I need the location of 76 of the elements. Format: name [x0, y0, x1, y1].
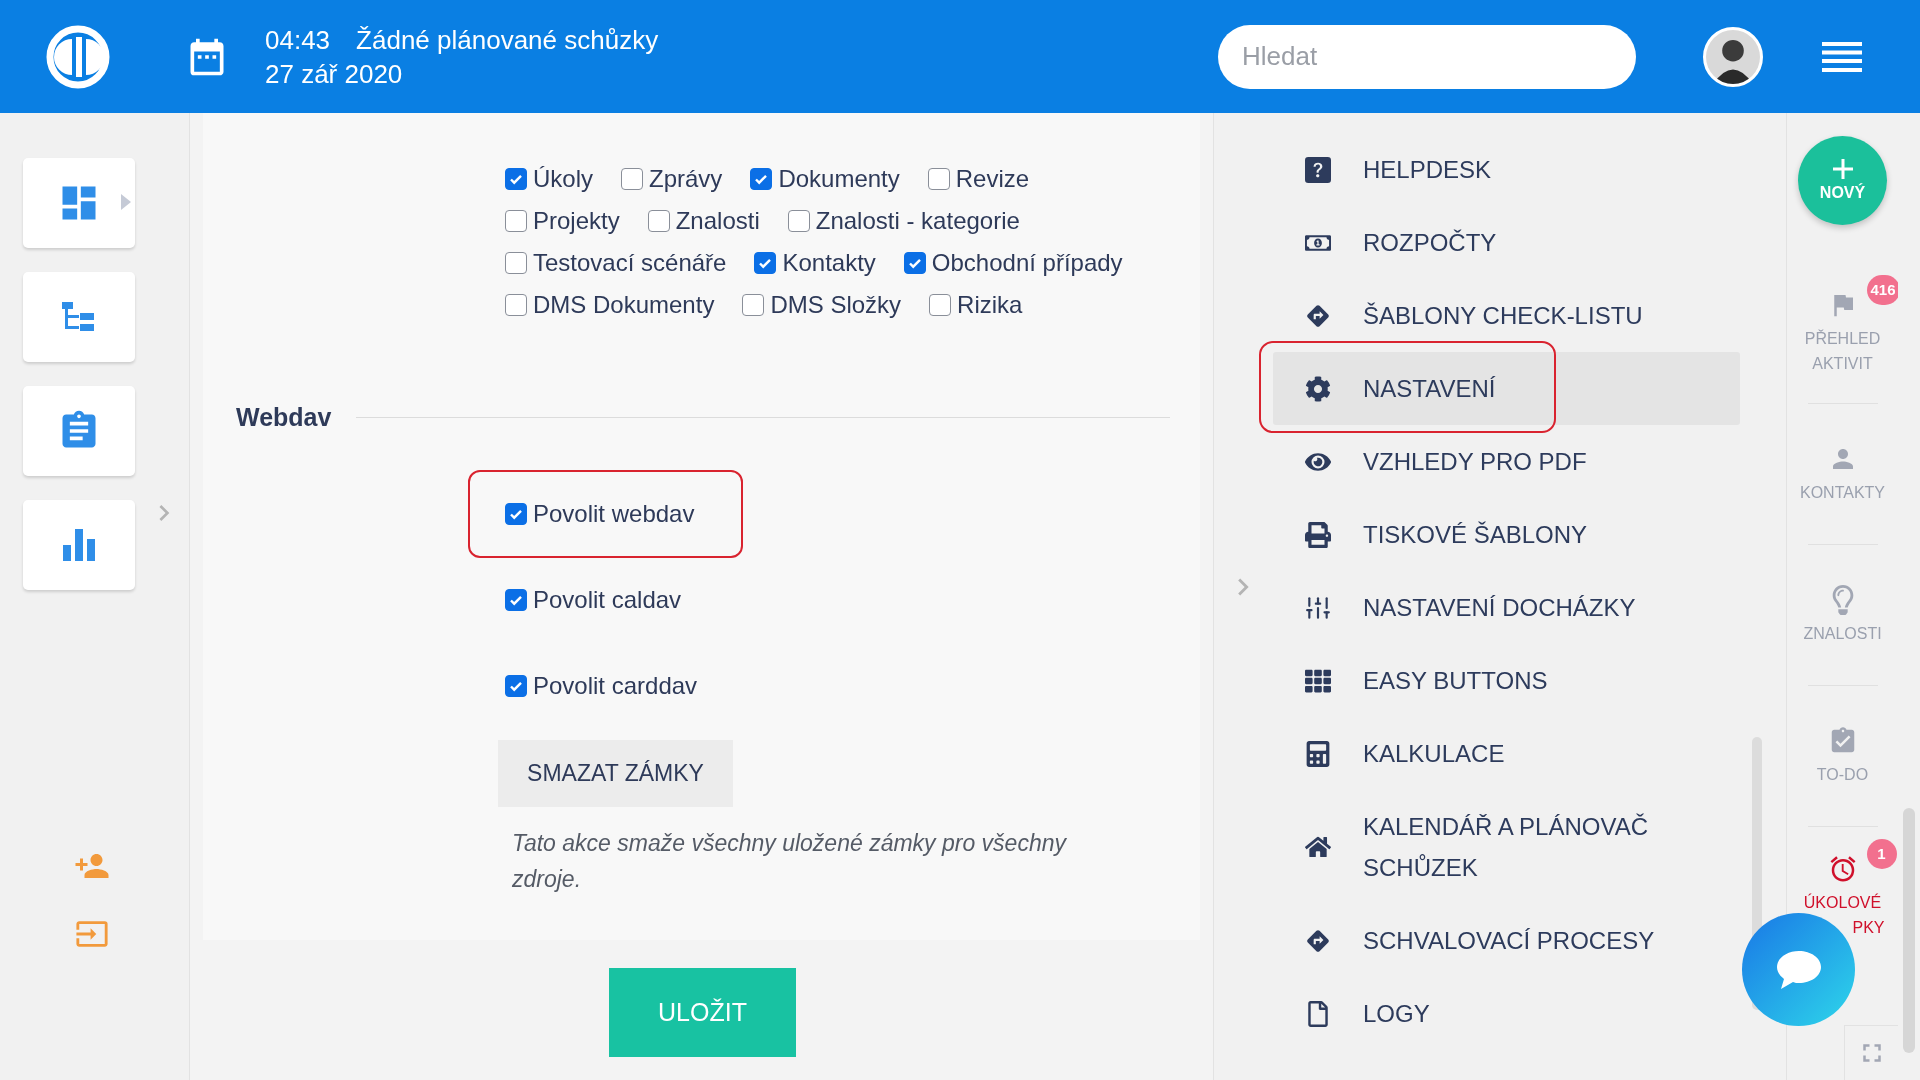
- checkbox-label: Povolit carddav: [533, 671, 698, 701]
- rail-label[interactable]: PKY: [1852, 915, 1885, 940]
- printer-icon: [1305, 521, 1331, 548]
- menu-item[interactable]: SCHVALOVACÍ PROCESY: [1273, 904, 1740, 977]
- plus-icon: [1830, 156, 1855, 181]
- file-icon: [1305, 1000, 1331, 1027]
- menu-item[interactable]: HELPDESK: [1273, 133, 1740, 206]
- checkbox[interactable]: [505, 503, 527, 525]
- checkbox[interactable]: [505, 168, 527, 190]
- count-badge: 1: [1866, 839, 1897, 869]
- checkbox[interactable]: [505, 252, 527, 274]
- checkbox[interactable]: [929, 294, 952, 316]
- checkbox[interactable]: [505, 210, 527, 232]
- grid-icon: [1305, 667, 1331, 694]
- checkbox[interactable]: [903, 252, 926, 274]
- clear-locks-button[interactable]: SMAZAT ZÁMKY: [498, 740, 733, 807]
- checkbox-label: DMS Dokumenty: [533, 290, 715, 320]
- menu-item[interactable]: KALENDÁŘ A PLÁNOVAČ SCHŮZEK: [1273, 790, 1740, 904]
- calculator-icon: [1305, 740, 1331, 767]
- tasks-tile[interactable]: [23, 386, 135, 476]
- checkbox-label: Obchodní případy: [931, 248, 1123, 278]
- checkbox[interactable]: [621, 168, 643, 190]
- checkbox[interactable]: [647, 210, 670, 232]
- checkbox-label: Kontakty: [782, 248, 876, 278]
- help-text: Tato akce smaže všechny uložené zámky pro všechny zdroje.: [512, 829, 1068, 894]
- house-icon: [1305, 834, 1331, 860]
- current-date: 27 zář 2020: [265, 57, 404, 91]
- checkbox[interactable]: [505, 675, 527, 697]
- diamond-arrow-icon: [1305, 927, 1331, 954]
- checkbox-label: Revize: [955, 164, 1030, 194]
- caret-icon: [121, 194, 131, 210]
- menu-item[interactable]: NASTAVENÍ DOCHÁZKY: [1273, 571, 1740, 644]
- tree-icon: [62, 302, 96, 332]
- checkbox-label: Dokumenty: [778, 164, 900, 194]
- diamond-arrow-icon: [1305, 302, 1331, 329]
- sliders-icon: [1305, 594, 1331, 621]
- checkbox-label: Povolit caldav: [533, 585, 682, 615]
- checkbox[interactable]: [505, 294, 527, 316]
- menu-item[interactable]: ROZPOČTY: [1273, 206, 1740, 279]
- rail-label[interactable]: ÚKOLOVÉ: [1803, 890, 1882, 915]
- search-field[interactable]: Hledat: [1218, 24, 1636, 89]
- checkbox-label: Povolit webdav: [533, 499, 695, 529]
- checkbox-label: Úkoly: [533, 164, 593, 194]
- menu-item[interactable]: KALKULACE: [1273, 717, 1740, 790]
- speech-bubble-icon: [1774, 948, 1823, 991]
- meetings-status: Žádné plánované schůzky: [356, 23, 659, 57]
- menu-item[interactable]: ŠABLONY CHECK-LISTU: [1273, 279, 1740, 352]
- section-heading: Webdav: [236, 402, 332, 432]
- checkbox-label: DMS Složky: [770, 290, 902, 320]
- structure-tile[interactable]: [23, 272, 135, 362]
- dashboard-tile[interactable]: [23, 158, 135, 248]
- checkbox[interactable]: [750, 168, 773, 190]
- checkbox-label: Testovací scénáře: [533, 248, 727, 278]
- checkbox-label: Projekty: [533, 206, 620, 236]
- checkbox[interactable]: [787, 210, 810, 232]
- checkbox-label: Znalosti: [675, 206, 760, 236]
- checkbox[interactable]: [742, 294, 765, 316]
- checkbox-label: Rizika: [957, 290, 1023, 320]
- page-scrollbar-thumb[interactable]: [1903, 808, 1915, 1053]
- checkbox[interactable]: [505, 589, 527, 611]
- reports-tile[interactable]: [23, 500, 135, 590]
- checkbox-label: Znalosti - kategorie: [815, 206, 1020, 236]
- menu-icon[interactable]: [1822, 41, 1862, 72]
- menu-item[interactable]: LOGY: [1273, 977, 1740, 1050]
- menu-item[interactable]: TISKOVÉ ŠABLONY: [1273, 498, 1740, 571]
- menu-item[interactable]: VZHLEDY PRO PDF: [1273, 425, 1740, 498]
- count-badge: 416: [1866, 275, 1900, 305]
- checkbox-label: Zprávy: [649, 164, 723, 194]
- checkbox[interactable]: [927, 168, 950, 190]
- checkbox[interactable]: [754, 252, 777, 274]
- menu-item[interactable]: NASTAVENÍ: [1273, 352, 1740, 425]
- logo-icon[interactable]: [45, 23, 111, 90]
- settings-icon: [1305, 375, 1331, 402]
- menu-item[interactable]: EASY BUTTONS: [1273, 644, 1740, 717]
- current-time: 04:43: [265, 23, 331, 57]
- help-icon: [1305, 156, 1331, 183]
